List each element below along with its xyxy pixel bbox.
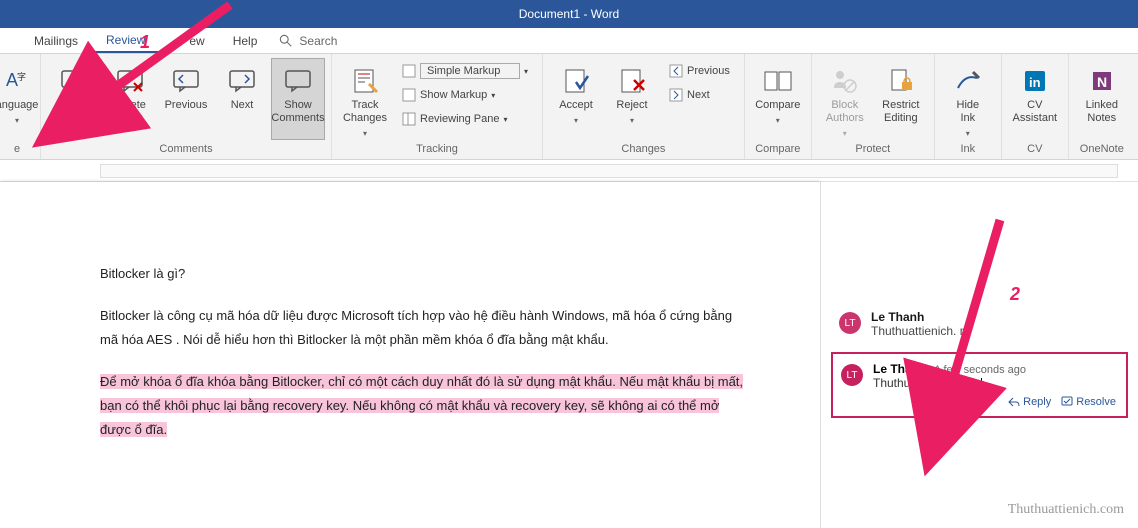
ribbon: A字 anguage e New Comment Delete Previous bbox=[0, 54, 1138, 160]
changes-previous-button[interactable]: Previous bbox=[663, 60, 736, 82]
hide-ink-button[interactable]: Hide Ink bbox=[941, 58, 995, 140]
group-label-ink: Ink bbox=[941, 141, 995, 157]
comment-icon bbox=[60, 69, 88, 93]
compare-icon bbox=[763, 68, 793, 94]
group-label-comments: Comments bbox=[47, 141, 325, 157]
new-comment-button[interactable]: New Comment bbox=[47, 58, 101, 140]
document-area: Bitlocker là gì? Bitlocker là công cụ mã… bbox=[0, 182, 1138, 528]
paragraph-1[interactable]: Bitlocker là gì? bbox=[100, 262, 750, 286]
group-label-protect: Protect bbox=[818, 141, 928, 157]
linked-notes-button[interactable]: N Linked Notes bbox=[1075, 58, 1129, 140]
group-language: A字 anguage e bbox=[0, 54, 41, 159]
dropdown-icon bbox=[402, 64, 416, 78]
reply-icon bbox=[1008, 396, 1020, 408]
cv-assistant-button[interactable]: in CV Assistant bbox=[1008, 58, 1062, 140]
reject-icon bbox=[618, 68, 646, 94]
comment-next-icon bbox=[228, 69, 256, 93]
title-bar: Document1 - Word bbox=[0, 0, 1138, 28]
tab-review[interactable]: Review bbox=[92, 28, 159, 53]
comment-avatar: LT bbox=[839, 312, 861, 334]
group-compare: Compare Compare bbox=[745, 54, 812, 159]
markup-icon bbox=[402, 88, 416, 102]
comment-author: Le Thanh bbox=[871, 310, 924, 324]
search-icon bbox=[279, 34, 293, 48]
comment-delete-icon bbox=[116, 69, 144, 93]
next-comment-button[interactable]: Next bbox=[215, 58, 269, 140]
linkedin-icon: in bbox=[1023, 69, 1047, 93]
restrict-editing-button[interactable]: Restrict Editing bbox=[874, 58, 928, 140]
group-tracking: Track Changes Simple Markup▾ Show Markup… bbox=[332, 54, 543, 159]
group-cv: in CV Assistant CV bbox=[1002, 54, 1069, 159]
group-comments: New Comment Delete Previous Next Show Co… bbox=[41, 54, 332, 159]
svg-text:in: in bbox=[1029, 75, 1041, 90]
search-placeholder: Search bbox=[299, 34, 337, 48]
accept-icon bbox=[562, 68, 590, 94]
document-page[interactable]: Bitlocker là gì? Bitlocker là công cụ mã… bbox=[0, 182, 820, 528]
delete-comment-button[interactable]: Delete bbox=[103, 58, 157, 140]
previous-comment-button[interactable]: Previous bbox=[159, 58, 213, 140]
onenote-icon: N bbox=[1090, 69, 1114, 93]
ruler[interactable] bbox=[0, 160, 1138, 182]
comment-show-icon bbox=[284, 69, 312, 93]
watermark: Thuthuattienich.com bbox=[1008, 502, 1124, 518]
pane-icon bbox=[402, 112, 416, 126]
resolve-button[interactable]: Resolve bbox=[1061, 396, 1116, 408]
accept-button[interactable]: Accept bbox=[549, 58, 603, 140]
comments-pane: LT Le Thanh Thuthuattienich. m LT Le Tha… bbox=[820, 182, 1138, 528]
changes-next-button[interactable]: Next bbox=[663, 84, 736, 106]
comment-input[interactable]: Thuthuattienich.com bbox=[873, 376, 1116, 390]
show-comments-button[interactable]: Show Comments bbox=[271, 58, 325, 140]
group-label-onenote: OneNote bbox=[1075, 141, 1129, 157]
prev-icon bbox=[669, 64, 683, 78]
tab-help[interactable]: Help bbox=[219, 28, 272, 53]
lock-icon bbox=[888, 68, 914, 94]
paragraph-3[interactable]: Để mở khóa ổ đĩa khóa bằng Bitlocker, ch… bbox=[100, 370, 750, 442]
tab-mailings[interactable]: Mailings bbox=[20, 28, 92, 53]
group-label-language: e bbox=[0, 141, 34, 157]
comment-avatar: LT bbox=[841, 364, 863, 386]
group-label-changes: Changes bbox=[549, 141, 738, 157]
group-ink: Hide Ink Ink bbox=[935, 54, 1002, 159]
tab-view-partial[interactable]: ew bbox=[159, 28, 218, 53]
ink-icon bbox=[955, 68, 981, 94]
resolve-icon bbox=[1061, 396, 1073, 408]
group-label-tracking: Tracking bbox=[338, 141, 536, 157]
compare-button[interactable]: Compare bbox=[751, 58, 805, 140]
block-authors-button[interactable]: Block Authors bbox=[818, 58, 872, 140]
reviewing-pane-button[interactable]: Reviewing Pane▾ bbox=[396, 108, 534, 130]
group-changes: Accept Reject Previous Next Changes bbox=[543, 54, 745, 159]
next-icon bbox=[669, 88, 683, 102]
group-label-compare: Compare bbox=[751, 141, 805, 157]
track-changes-button[interactable]: Track Changes bbox=[338, 58, 392, 140]
comment-card-2[interactable]: LT Le Thanh A few seconds ago Thuthuatti… bbox=[831, 352, 1128, 418]
comment-body: Thuthuattienich. m bbox=[871, 324, 1118, 338]
document-title: Document1 - Word bbox=[519, 7, 619, 21]
language-button[interactable]: A字 anguage bbox=[0, 58, 34, 140]
comment-card-1[interactable]: LT Le Thanh Thuthuattienich. m bbox=[831, 302, 1128, 346]
ribbon-tabs: Mailings Review ew Help Search bbox=[0, 28, 1138, 54]
group-protect: Block Authors Restrict Editing Protect bbox=[812, 54, 935, 159]
comment-timestamp: A few seconds ago bbox=[934, 364, 1026, 376]
group-label-cv: CV bbox=[1008, 141, 1062, 157]
reject-button[interactable]: Reject bbox=[605, 58, 659, 140]
svg-text:字: 字 bbox=[17, 71, 26, 82]
block-authors-icon bbox=[832, 68, 858, 94]
comment-author: Le Thanh bbox=[873, 362, 926, 376]
markup-dropdown[interactable]: Simple Markup▾ bbox=[396, 60, 534, 82]
track-changes-icon bbox=[351, 68, 379, 94]
search-box[interactable]: Search bbox=[279, 28, 337, 53]
group-onenote: N Linked Notes OneNote bbox=[1069, 54, 1135, 159]
globe-icon: A字 bbox=[6, 70, 28, 92]
paragraph-2[interactable]: Bitlocker là công cụ mã hóa dữ liệu được… bbox=[100, 304, 750, 352]
show-markup-button[interactable]: Show Markup▾ bbox=[396, 84, 534, 106]
comment-prev-icon bbox=[172, 69, 200, 93]
highlighted-text[interactable]: Để mở khóa ổ đĩa khóa bằng Bitlocker, ch… bbox=[100, 374, 743, 437]
svg-text:N: N bbox=[1097, 74, 1107, 90]
reply-button[interactable]: Reply bbox=[1008, 396, 1051, 408]
